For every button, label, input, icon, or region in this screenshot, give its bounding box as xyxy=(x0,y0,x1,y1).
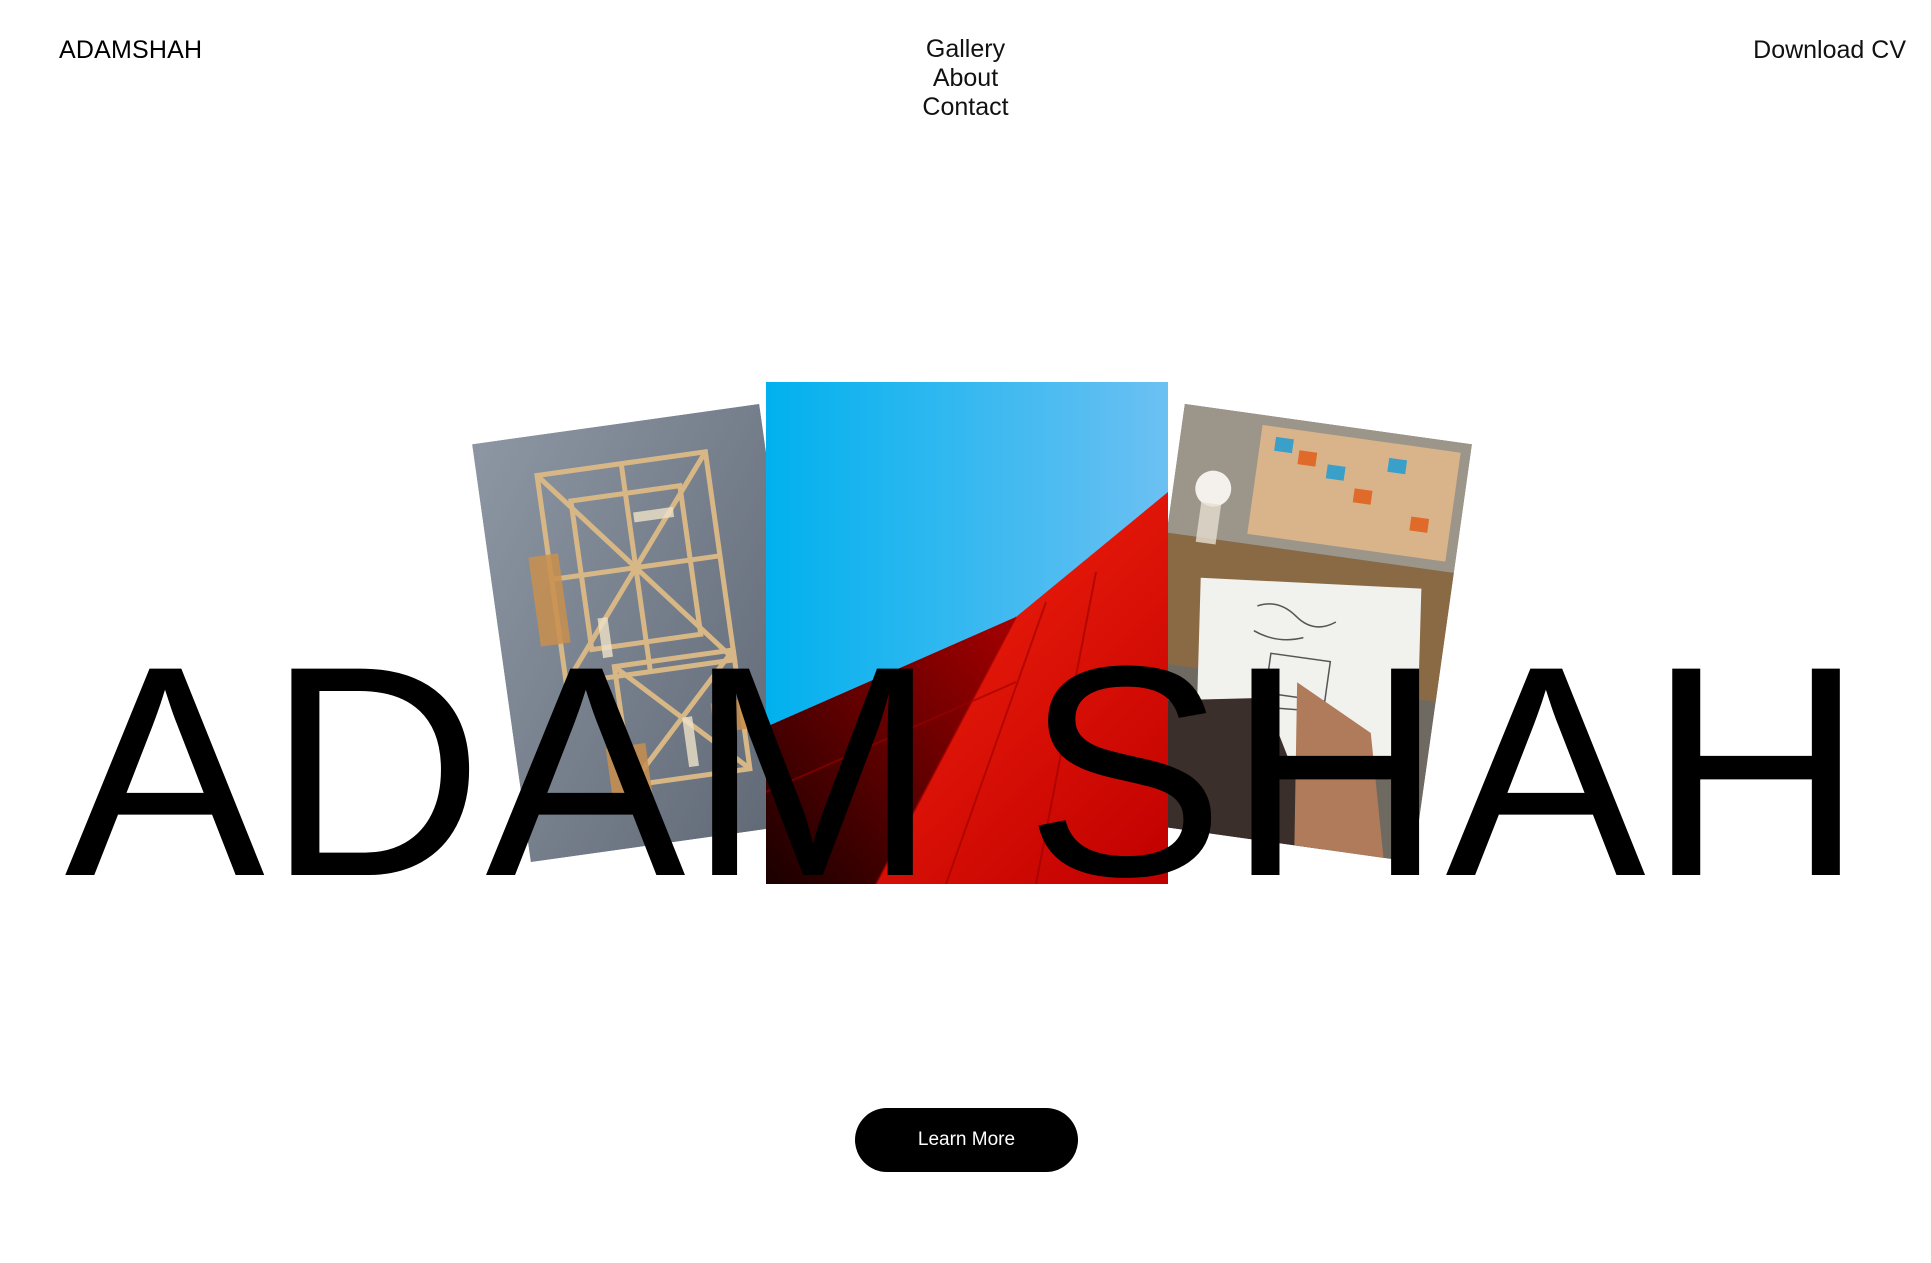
nav-contact[interactable]: Contact xyxy=(922,94,1008,121)
blue-red-architecture-photo xyxy=(766,382,1168,884)
page: ADAMSHAH Gallery About Contact Download … xyxy=(0,0,1931,1263)
main-nav: Gallery About Contact xyxy=(922,36,1008,121)
download-cv-link[interactable]: Download CV xyxy=(1753,36,1906,65)
nav-about[interactable]: About xyxy=(933,65,998,92)
sketching-at-desk-photo xyxy=(1126,403,1472,863)
nav-gallery[interactable]: Gallery xyxy=(926,36,1005,63)
site-logo[interactable]: ADAMSHAH xyxy=(59,36,202,65)
learn-more-button[interactable]: Learn More xyxy=(855,1108,1078,1172)
